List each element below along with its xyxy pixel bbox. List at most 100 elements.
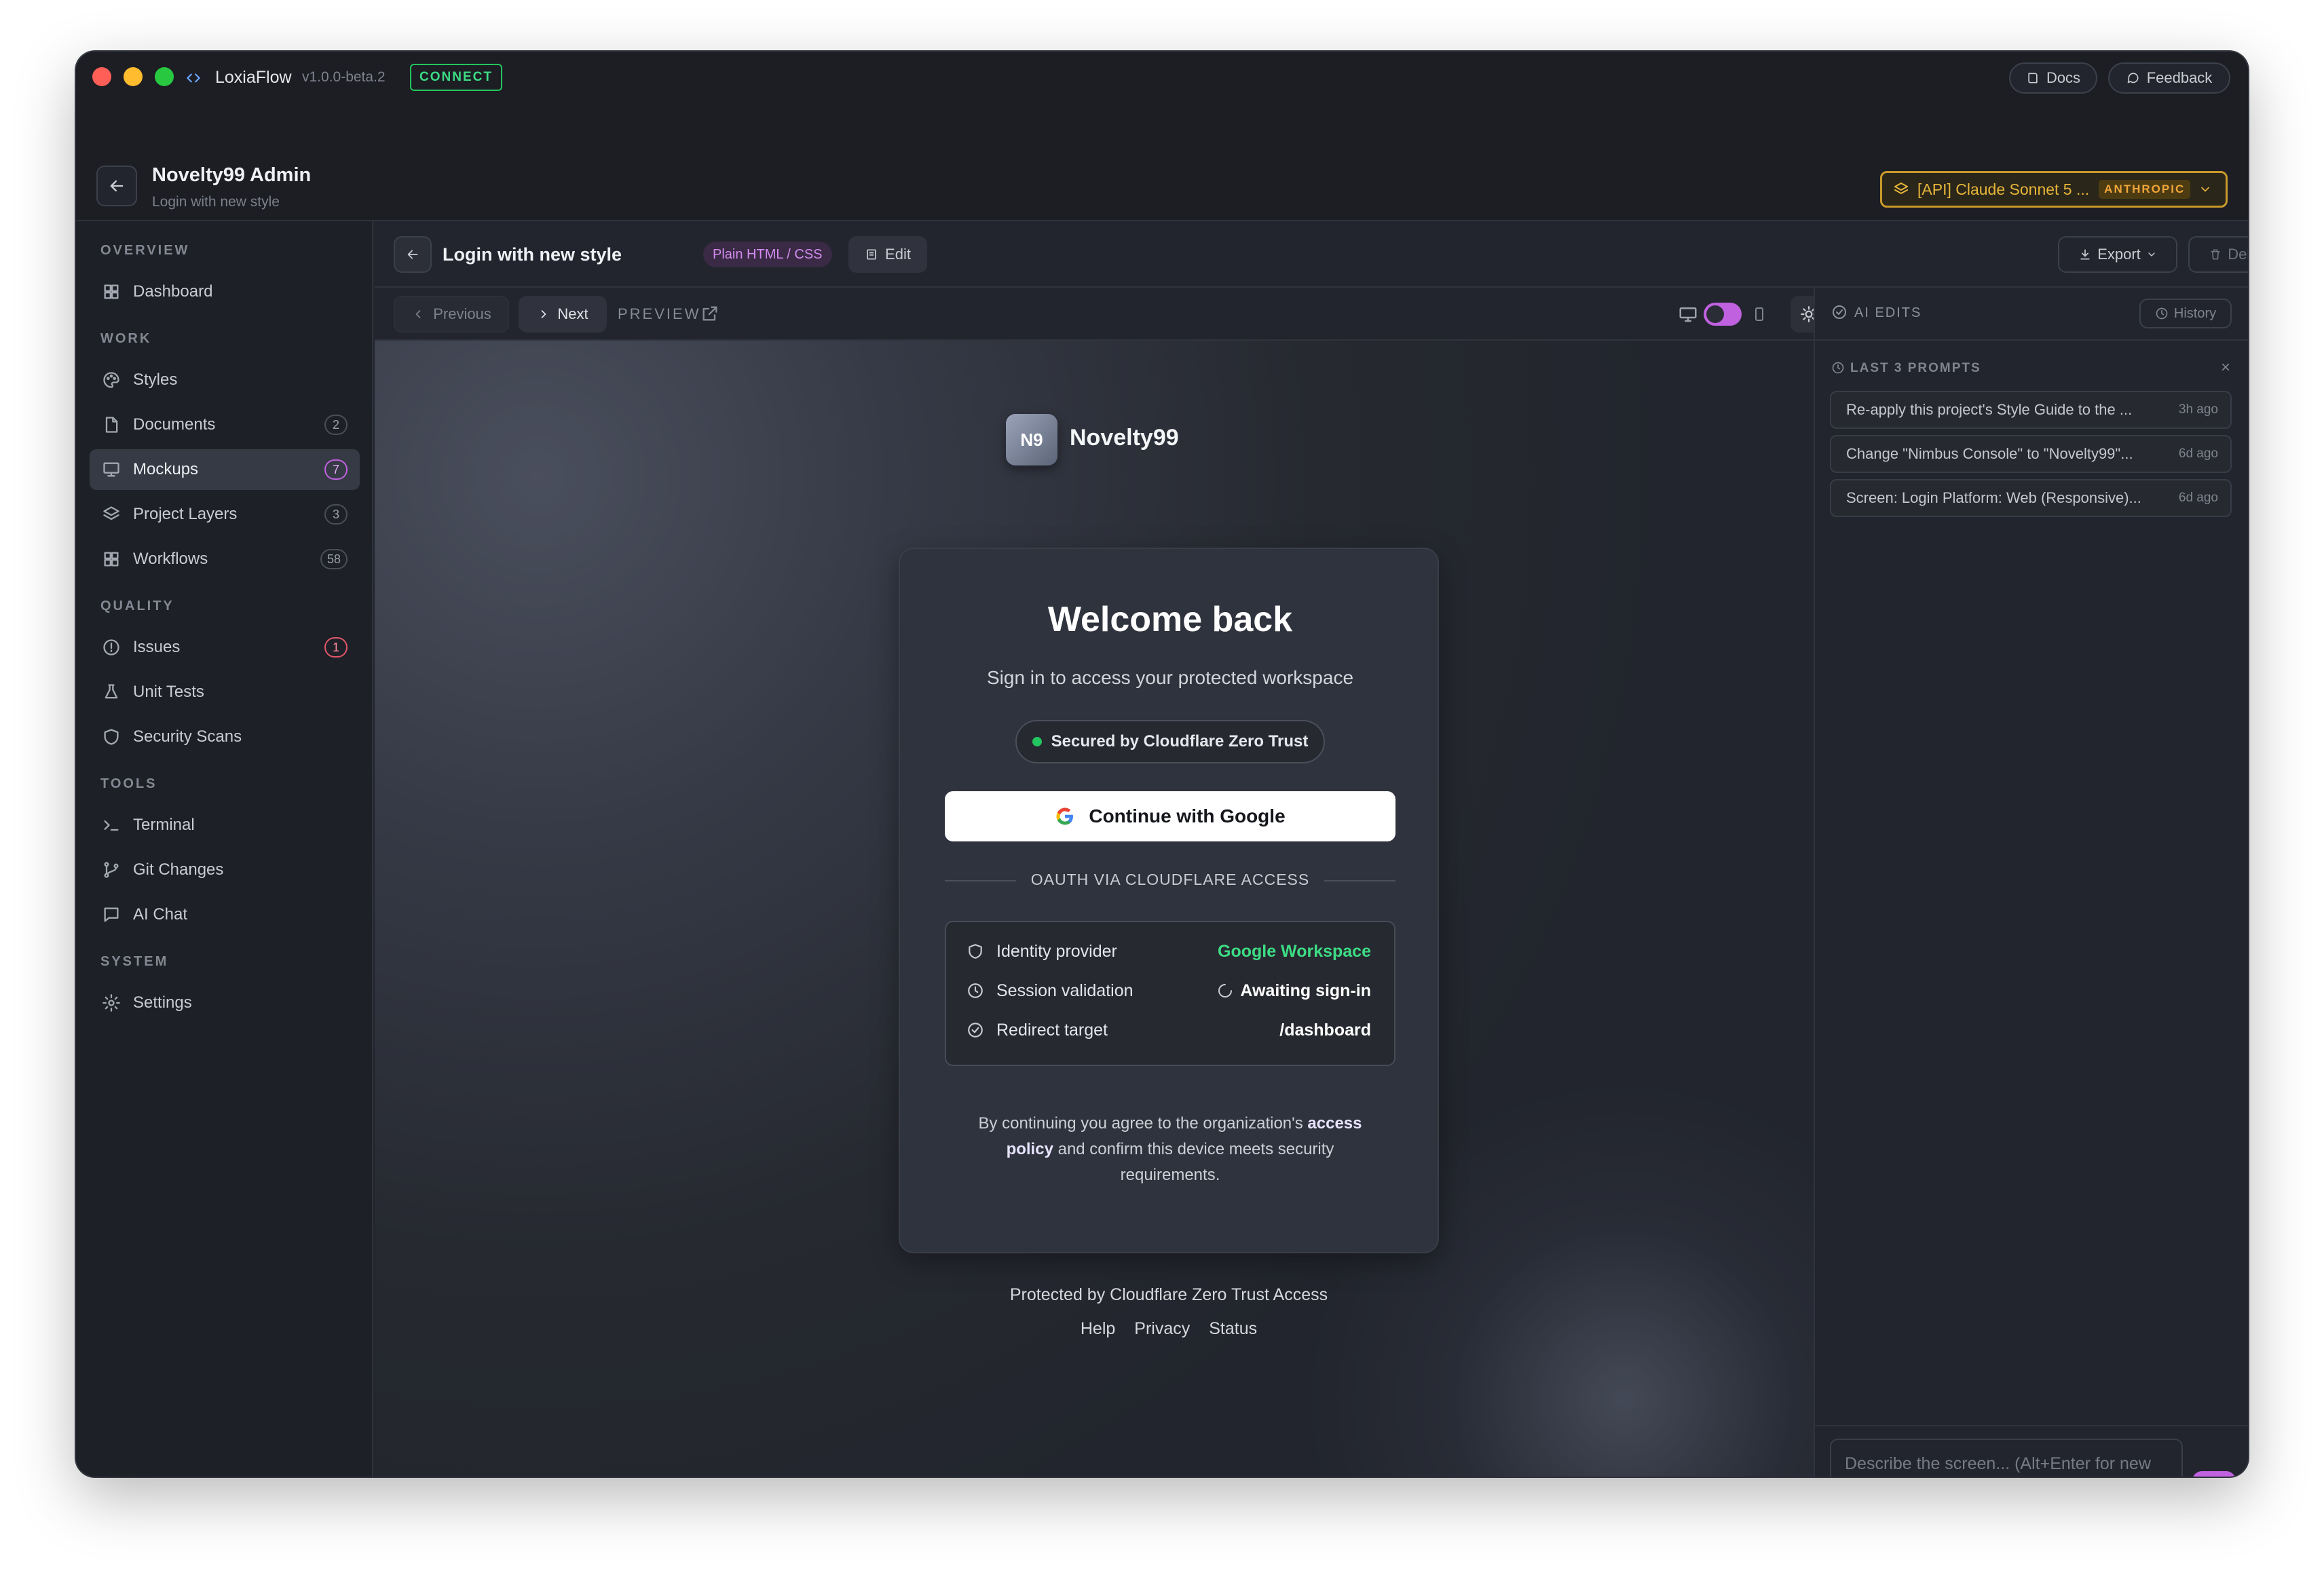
sidebar-item-mockups[interactable]: Mockups 7 [90, 449, 360, 490]
help-link[interactable]: Help [1081, 1319, 1115, 1339]
previous-label: Previous [433, 305, 491, 322]
sidebar-item-label: Settings [133, 993, 192, 1012]
detail-row-identity: Identity provider Google Workspace [967, 932, 1371, 971]
access-policy-link[interactable]: access [1307, 1114, 1362, 1133]
prompt-time: 3h ago [2178, 402, 2218, 417]
docs-button[interactable]: Docs [2009, 62, 2097, 94]
sidebar-item-workflows[interactable]: Workflows 58 [90, 539, 360, 580]
footer-links: Help Privacy Status [899, 1319, 1439, 1339]
trash-icon [2209, 248, 2222, 261]
prompt-item[interactable]: Change "Nimbus Console" to "Novelty99"..… [1830, 435, 2232, 473]
sidebar-item-terminal[interactable]: Terminal [90, 805, 360, 846]
sidebar-item-styles[interactable]: Styles [90, 360, 360, 400]
count-badge: 2 [324, 415, 348, 435]
book-icon [2026, 71, 2040, 85]
external-link-icon[interactable] [700, 304, 719, 323]
prompt-text: Change "Nimbus Console" to "Novelty99"..… [1846, 445, 2133, 462]
detail-row-redirect: Redirect target /dashboard [967, 1010, 1371, 1050]
count-badge: 3 [324, 504, 348, 525]
format-tag: Plain HTML / CSS [703, 242, 832, 267]
count-badge: 58 [320, 549, 348, 569]
grid-icon [102, 550, 121, 569]
detail-value: Google Workspace [1218, 941, 1371, 961]
chevron-left-icon [411, 307, 425, 321]
connect-badge[interactable]: CONNECT [410, 64, 502, 91]
gear-icon [102, 993, 121, 1012]
access-policy-link-2[interactable]: policy [1007, 1140, 1053, 1158]
google-button-label: Continue with Google [1089, 805, 1286, 826]
sidebar-item-settings[interactable]: Settings [90, 983, 360, 1023]
export-button[interactable]: Export [2058, 236, 2177, 273]
welcome-subheading: Sign in to access your protected workspa… [986, 667, 1354, 688]
close-window-button[interactable] [92, 67, 111, 86]
prompt-time: 6d ago [2178, 446, 2218, 461]
sidebar-item-label: Terminal [133, 816, 195, 834]
privacy-link[interactable]: Privacy [1134, 1319, 1190, 1339]
previous-button[interactable]: Previous [394, 296, 509, 332]
sidebar-item-label: Issues [133, 638, 181, 656]
chat-icon [102, 905, 121, 924]
oauth-details: Identity provider Google Workspace Sessi… [945, 921, 1395, 1066]
sidebar-item-label: Git Changes [133, 860, 224, 879]
desktop-icon[interactable] [1678, 304, 1698, 324]
device-toggle[interactable] [1704, 303, 1742, 326]
app-logo-icon [185, 69, 202, 87]
sidebar-item-label: Mockups [133, 460, 199, 478]
docs-label: Docs [2046, 69, 2081, 86]
feedback-label: Feedback [2146, 69, 2213, 86]
edit-button[interactable]: Edit [848, 236, 927, 273]
brand-name: Novelty99 [1070, 425, 1179, 451]
prompt-text: Re-apply this project's Style Guide to t… [1846, 401, 2133, 418]
delete-button[interactable]: Delete [2188, 236, 2248, 273]
prompt-item[interactable]: Screen: Login Platform: Web (Responsive)… [1830, 479, 2232, 517]
maximize-window-button[interactable] [155, 67, 174, 86]
grid-icon [102, 282, 121, 301]
git-branch-icon [102, 860, 121, 879]
sidebar-item-project-layers[interactable]: Project Layers 3 [90, 494, 360, 535]
close-prompts-icon[interactable]: × [2221, 358, 2230, 377]
sidebar-item-ai-chat[interactable]: AI Chat [90, 894, 360, 935]
delete-label: Delete [2228, 246, 2248, 263]
sidebar-item-dashboard[interactable]: Dashboard [90, 271, 360, 312]
secured-badge: Secured by Cloudflare Zero Trust [1015, 720, 1325, 763]
edit-label: Edit [885, 246, 911, 263]
back-button[interactable] [96, 166, 137, 206]
sidebar-item-documents[interactable]: Documents 2 [90, 404, 360, 445]
project-subtitle: Login with new style [152, 194, 280, 210]
detail-value-wrap: Awaiting sign-in [1217, 981, 1371, 1001]
last-prompts-title: LAST 3 PROMPTS [1850, 361, 1981, 375]
terminal-icon [102, 816, 121, 835]
sidebar-item-issues[interactable]: Issues 1 [90, 627, 360, 668]
chevron-down-icon [2146, 249, 2157, 260]
toolbar-back-button[interactable] [394, 236, 432, 273]
status-link[interactable]: Status [1209, 1319, 1257, 1339]
minimize-window-button[interactable] [124, 67, 143, 86]
continue-with-google-button[interactable]: Continue with Google [945, 791, 1395, 841]
sidebar-item-security-scans[interactable]: Security Scans [90, 717, 360, 757]
sidebar-item-unit-tests[interactable]: Unit Tests [90, 672, 360, 712]
palette-icon [102, 370, 121, 390]
flask-icon [102, 683, 121, 702]
model-selector[interactable]: [API] Claude Sonnet 5 ... ANTHROPIC [1880, 171, 2228, 208]
count-badge: 7 [324, 459, 348, 480]
mobile-icon[interactable] [1751, 304, 1767, 324]
feedback-button[interactable]: Feedback [2108, 62, 2230, 94]
send-button[interactable] [2192, 1471, 2236, 1477]
sidebar: OVERVIEW Dashboard WORK Styles Documents… [76, 221, 373, 1477]
section-work: WORK [100, 331, 152, 346]
detail-value: Awaiting sign-in [1240, 981, 1371, 1000]
sidebar-item-label: Workflows [133, 550, 208, 568]
protected-footer: Protected by Cloudflare Zero Trust Acces… [1009, 1285, 1328, 1304]
legal-line-1: By continuing you agree to the organizat… [978, 1114, 1303, 1133]
section-tools: TOOLS [100, 776, 157, 791]
google-icon [1055, 806, 1075, 826]
prompt-item[interactable]: Re-apply this project's Style Guide to t… [1830, 391, 2232, 429]
next-button[interactable]: Next [519, 296, 607, 332]
legal-line-2: and confirm this device meets security [1057, 1140, 1334, 1158]
panel-divider [1815, 339, 2248, 341]
prompt-input[interactable]: Describe the screen... (Alt+Enter for ne… [1830, 1439, 2183, 1477]
detail-label: Redirect target [996, 1020, 1108, 1040]
history-button[interactable]: History [2139, 299, 2232, 328]
sidebar-item-git-changes[interactable]: Git Changes [90, 850, 360, 890]
detail-row-session: Session validation Awaiting sign-in [967, 971, 1371, 1010]
